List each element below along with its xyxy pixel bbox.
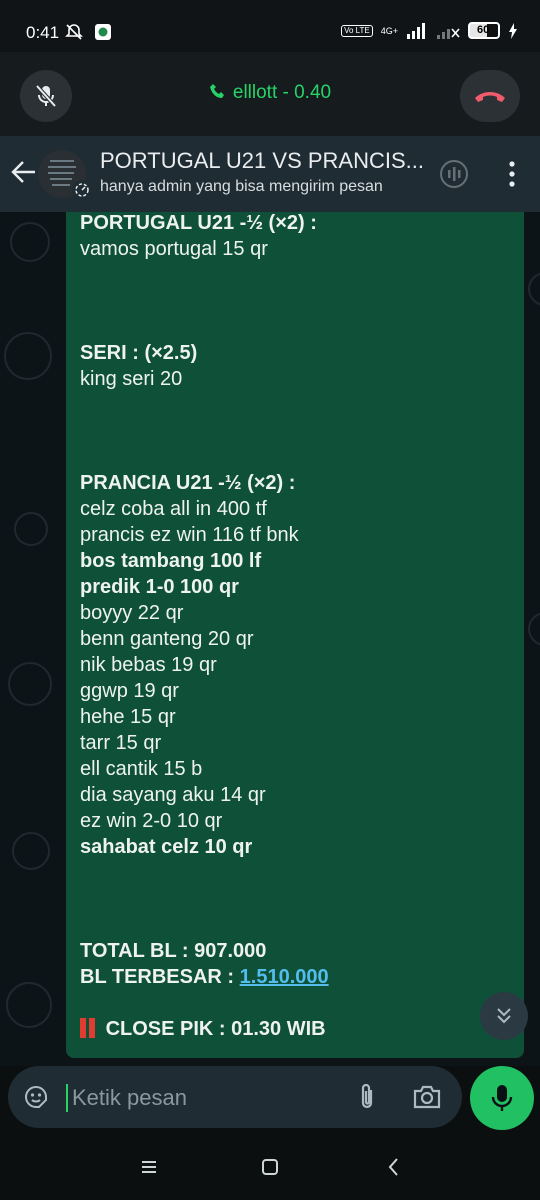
message-line: sahabat celz 10 qr	[80, 836, 253, 858]
home-icon[interactable]	[260, 1156, 280, 1178]
battery-indicator: 60	[468, 22, 500, 39]
message-line: prancis ez win 116 tf bnk	[80, 524, 299, 546]
timer-badge-icon	[72, 180, 92, 200]
bell-off-icon	[65, 24, 83, 40]
message-line: king seri 20	[80, 368, 183, 390]
message-line: nik bebas 19 qr	[80, 654, 217, 676]
close-pik-text: CLOSE PIK : 01.30 WIB	[105, 1018, 326, 1040]
message-line: hehe 15 qr	[80, 706, 176, 728]
bl-largest-label: BL TERBESAR :	[80, 966, 240, 988]
volte-label: Vo LTE	[341, 24, 373, 37]
total-bl: TOTAL BL : 907.000	[80, 940, 267, 962]
status-bar: 0:41 Vo LTE 4G+ 60	[0, 0, 540, 52]
sticker-emoji-icon[interactable]	[22, 1083, 50, 1111]
message-line	[80, 314, 510, 340]
close-pik: CLOSE PIK : 01.30 WIB	[80, 1016, 510, 1042]
message-line: celz coba all in 400 tf	[80, 498, 267, 520]
scroll-to-bottom-button[interactable]	[480, 992, 528, 1040]
message-line	[80, 860, 510, 886]
message-line: PORTUGAL U21 -½ (×2) :	[80, 212, 317, 234]
chat-subtitle: hanya admin yang bisa mengirim pesan	[100, 178, 383, 195]
chat-title[interactable]: PORTUGAL U21 VS PRANCIS...	[100, 148, 424, 174]
message-line	[80, 886, 510, 912]
message-line: dia sayang aku 14 qr	[80, 784, 266, 806]
message-bubble[interactable]: PORTUGAL U21 -½ (×2) : vamos portugal 15 …	[66, 212, 524, 1058]
message-line: ggwp 19 qr	[80, 680, 179, 702]
message-line: boyyy 22 qr	[80, 602, 184, 624]
back-nav-icon[interactable]	[386, 1156, 402, 1178]
message-line	[80, 262, 510, 288]
phone-icon	[209, 84, 224, 98]
message-line	[80, 418, 510, 444]
text-cursor	[66, 1084, 68, 1112]
app-notification-icon	[95, 24, 111, 40]
signal-icon	[407, 22, 425, 39]
message-line: bos tambang 100 lf	[80, 550, 262, 572]
network-label: 4G+	[380, 25, 398, 36]
microphone-icon	[491, 1085, 513, 1111]
bl-largest: BL TERBESAR : 1.510.000	[80, 964, 510, 990]
chat-header: PORTUGAL U21 VS PRANCIS... hanya admin y…	[0, 136, 540, 212]
ongoing-call-bar[interactable]: elllott - 0.40	[0, 52, 540, 136]
message-input-pill[interactable]: Ketik pesan	[8, 1066, 462, 1128]
message-line: PRANCIA U21 -½ (×2) :	[80, 472, 296, 494]
message-line	[80, 288, 510, 314]
call-label: elllott - 0.40	[232, 82, 332, 103]
chat-area[interactable]: PORTUGAL U21 -½ (×2) : vamos portugal 15 …	[0, 212, 540, 1066]
more-options-icon[interactable]	[508, 160, 516, 188]
message-line	[80, 912, 510, 938]
message-line	[80, 444, 510, 470]
recent-apps-icon[interactable]	[140, 1156, 158, 1178]
message-line: vamos portugal 15 qr	[80, 238, 268, 260]
call-info[interactable]: elllott - 0.40	[0, 82, 540, 104]
bl-largest-link[interactable]: 1.510.000	[240, 966, 329, 988]
composer-bar: Ketik pesan	[0, 1066, 540, 1136]
back-arrow-icon[interactable]	[10, 158, 36, 186]
message-line: benn ganteng 20 qr	[80, 628, 254, 650]
charging-icon	[509, 22, 517, 39]
red-exclamation-icon	[80, 1016, 100, 1042]
message-line: SERI : (×2.5)	[80, 342, 198, 364]
message-input[interactable]: Ketik pesan	[72, 1085, 187, 1111]
message-line	[80, 392, 510, 418]
message-line: ell cantik 15 b	[80, 758, 203, 780]
system-navigation-bar	[0, 1136, 540, 1200]
message-body: PORTUGAL U21 -½ (×2) : vamos portugal 15 …	[80, 212, 510, 938]
message-line: ez win 2-0 10 qr	[80, 810, 223, 832]
message-line: tarr 15 qr	[80, 732, 162, 754]
double-chevron-down-icon	[497, 1008, 511, 1024]
message-line: predik 1-0 100 qr	[80, 576, 239, 598]
camera-icon[interactable]	[412, 1083, 442, 1111]
clock: 0:41	[26, 23, 60, 42]
attach-icon[interactable]	[354, 1082, 380, 1112]
end-call-button[interactable]	[460, 70, 520, 122]
end-call-icon	[475, 92, 505, 102]
battery-level: 60	[477, 24, 490, 36]
voice-record-button[interactable]	[470, 1066, 534, 1130]
voice-chat-icon[interactable]	[438, 158, 470, 190]
signal-no-service-icon	[437, 27, 460, 39]
